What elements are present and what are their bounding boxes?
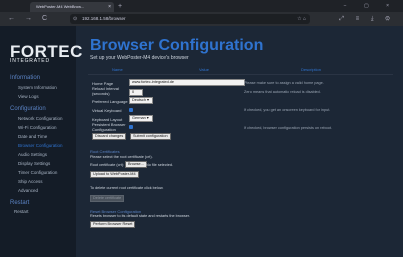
submit-configuration-button[interactable]: Submit configuration [130,133,171,140]
toolbar-icons[interactable]: ⤢ ≡ ⤓ ⚙ [339,14,395,24]
header-divider [88,74,393,75]
back-icon[interactable]: ← [8,14,15,24]
reload-interval-hint: Zero means that automatic reload is disa… [244,90,321,94]
discard-changes-button[interactable]: Discard changes [92,133,127,140]
virtual-keyboard-label: Virtual Keyboard [92,108,122,113]
preferred-language-label: Preferred Language [92,99,128,104]
bookmark-icon[interactable]: ☆ ⌂ [297,14,306,24]
tab-title: WebPoster-M4 WebBrow... [36,4,85,9]
sidebar-item-network-configuration[interactable]: Network Configuration [18,116,63,121]
preferred-language-select[interactable]: Deutsch ▾ [129,97,153,104]
sidebar-section-information[interactable]: Information [10,75,40,81]
reload-interval-input[interactable]: 0 [129,89,143,96]
column-header-value: Value [199,67,209,72]
new-tab-icon[interactable]: + [118,2,122,12]
sidebar-item-ship-access[interactable]: Ship Access [18,179,43,184]
sidebar-item-display-settings[interactable]: Display Settings [18,161,50,166]
forward-icon[interactable]: → [25,14,32,24]
reset-browser-description: Resets browser to its default state and … [90,214,191,218]
root-certificates-heading: Root Certificates [90,149,120,154]
logo-subtitle: INTEGRATED [10,58,50,64]
keyboard-layout-value: German [132,116,146,120]
window-controls[interactable]: − ▢ × [344,1,397,11]
virtual-keyboard-hint: If checked, you get an onscreen keyboard… [244,108,331,112]
browser-tab[interactable]: WebPoster-M4 WebBrow... × [30,2,114,12]
sidebar-item-audio-settings[interactable]: Audio Settings [18,152,47,157]
url-text: 192.168.1.58/browser [82,16,126,21]
sidebar-section-restart[interactable]: Restart [10,200,29,206]
keyboard-layout-select[interactable]: German ▾ [129,115,153,122]
sidebar-item-timer-configuration[interactable]: Timer Configuration [18,170,57,175]
root-certificates-description: Please select the root certificate (crt)… [90,155,153,159]
sidebar-item-view-logs[interactable]: View Logs [18,94,39,99]
delete-certificate-description: To delete current root certificate click… [90,186,164,190]
sidebar-item-date-and-time[interactable]: Date and Time [18,134,47,139]
lock-icon: ⊙ [73,16,78,22]
page-title: Browser Configuration [90,37,264,54]
chevron-down-icon: ▾ [147,98,149,102]
upload-button[interactable]: Upload to WebPoster-M4 [90,171,139,178]
reload-icon[interactable]: C [42,14,47,24]
reload-interval-label: Reload Interval (seconds) [92,86,119,96]
root-certificate-label: Root certificate (crt): [90,163,125,167]
browse-button[interactable]: Browse... [125,161,147,168]
persistent-config-label: Persistent Browser Configuration [92,122,126,132]
sidebar-section-configuration[interactable]: Configuration [10,106,46,112]
preferred-language-value: Deutsch [132,98,146,102]
perform-browser-reset-button[interactable]: Perform Browser Reset [90,221,136,228]
virtual-keyboard-checkbox[interactable] [129,108,133,112]
sidebar-item-system-information[interactable]: System Information [18,85,57,90]
address-bar[interactable]: ⊙ 192.168.1.58/browser ☆ ⌂ [70,14,310,24]
column-header-name: Name [112,67,123,72]
home-page-hint: Please make sure to assign a valid home … [244,81,324,85]
home-page-input[interactable]: www.fortec-integrated.de [129,79,245,86]
chevron-down-icon: ▾ [146,116,149,120]
delete-certificate-button[interactable]: Delete certificate [90,195,125,202]
persistent-config-hint: If checked, browser configuration persis… [244,126,333,130]
file-status: No file selected. [146,163,174,167]
page-subtitle: Set up your WebPoster-M4 device's browse… [90,55,189,61]
persistent-config-checkbox[interactable] [129,125,133,129]
sidebar-item-wifi-configuration[interactable]: Wi-Fi Configuration [18,125,57,130]
sidebar-item-advanced[interactable]: Advanced [18,188,38,193]
sidebar-item-browser-configuration[interactable]: Browser Configuration [18,143,63,148]
column-header-description: Description [301,67,322,72]
sidebar-item-restart[interactable]: Restart [14,209,29,214]
close-tab-icon[interactable]: × [108,2,111,12]
